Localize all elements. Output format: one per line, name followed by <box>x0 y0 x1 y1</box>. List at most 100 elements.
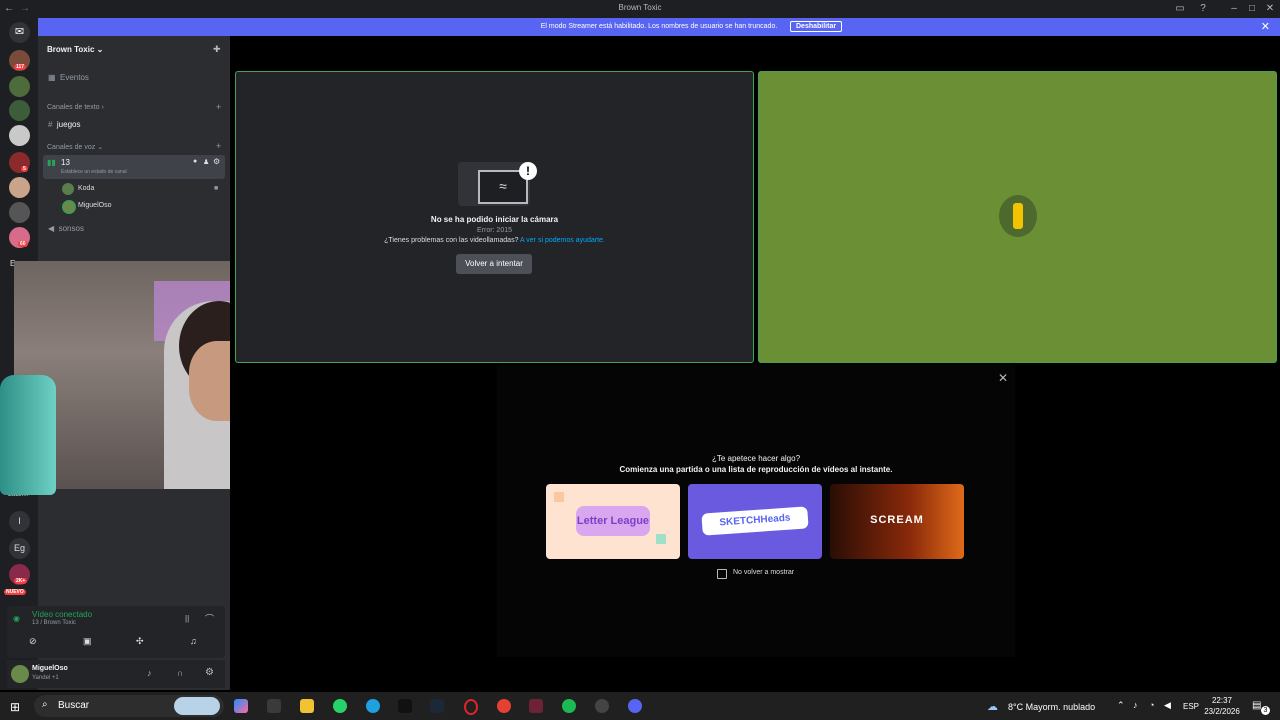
dont-show-checkbox[interactable] <box>717 569 727 579</box>
file-explorer-icon[interactable] <box>300 699 314 713</box>
tiktok-icon[interactable] <box>398 699 412 713</box>
game-card-scream[interactable]: SCREAM <box>830 484 964 559</box>
chat-icon[interactable]: ● <box>193 158 197 165</box>
camera-off-icon[interactable]: ⊘ <box>29 636 37 647</box>
close-icon[interactable]: ✕ <box>998 371 1008 385</box>
new-badge: NUEVO <box>4 589 26 595</box>
avatar[interactable] <box>11 665 29 683</box>
obs-icon[interactable] <box>595 699 609 713</box>
game-title: Letter League <box>576 506 650 536</box>
opera-icon[interactable] <box>464 699 478 715</box>
whatsapp-icon[interactable] <box>333 699 347 713</box>
soundboard-icon[interactable]: ♫ <box>190 636 197 646</box>
invite-icon[interactable]: ♟ <box>203 158 209 166</box>
chevron-down-icon: ⌄ <box>96 45 104 54</box>
weather-text[interactable]: 8°C Mayorm. nublado <box>1008 702 1095 712</box>
chrome-icon[interactable] <box>497 699 511 713</box>
app-icon[interactable] <box>529 699 543 713</box>
user-name: MiguelOso <box>32 665 68 672</box>
channel-juegos[interactable]: # juegos <box>48 120 80 129</box>
settings-gear-icon[interactable]: ⚙ <box>205 667 214 678</box>
game-card-sketchheads[interactable]: SKETCHHeads <box>688 484 822 559</box>
discord-taskbar-icon[interactable] <box>628 699 642 713</box>
maximize-icon[interactable]: □ <box>1244 2 1260 16</box>
disable-streamer-button[interactable]: Deshabilitar <box>790 21 843 32</box>
screen-share-icon[interactable]: ▣ <box>83 636 92 647</box>
calendar-icon: ▦ <box>48 73 56 82</box>
gear-icon[interactable]: ⚙ <box>213 157 220 166</box>
activity-subtitle: Comienza una partida o una lista de repr… <box>619 465 893 474</box>
network-icon[interactable]: ◔ <box>1149 700 1154 710</box>
voice-sub[interactable]: 13 / Brown Toxic <box>32 620 76 626</box>
close-icon[interactable]: ✕ <box>1261 20 1270 33</box>
server-icon-7[interactable] <box>9 202 30 223</box>
dont-show-label[interactable]: No volver a mostrar <box>733 569 794 576</box>
voice-channels-category[interactable]: Canales de voz ⌄ <box>47 143 103 151</box>
clock-date[interactable]: 23/2/2026 <box>1203 707 1241 716</box>
server-name[interactable]: Brown Toxic ⌄ <box>47 45 103 54</box>
help-icon[interactable]: ? <box>1195 2 1211 16</box>
noise-suppression-icon[interactable]: || <box>185 614 189 623</box>
game-title: SCREAM <box>870 514 924 526</box>
retry-button[interactable]: Volver a intentar <box>456 254 532 274</box>
taskbar-search[interactable]: ⌕ Buscar <box>34 695 224 717</box>
add-voice-channel-icon[interactable]: + <box>216 141 221 151</box>
member-koda[interactable]: Koda <box>78 185 94 192</box>
search-placeholder: Buscar <box>58 700 90 711</box>
channel-status[interactable]: Establece un estado de canal <box>61 169 127 175</box>
add-channel-icon[interactable]: + <box>216 102 221 112</box>
game-title: SKETCHHeads <box>701 506 809 536</box>
voice-channel-sonsos[interactable]: ◀ sonsos <box>48 224 84 233</box>
discord-home-icon[interactable]: ✉ <box>9 22 30 43</box>
clock-time[interactable]: 22:37 <box>1205 696 1239 705</box>
invite-people-icon[interactable]: ✚ <box>213 44 221 55</box>
store-icon[interactable] <box>267 699 281 713</box>
mention-badge: 5 <box>21 166 28 172</box>
copilot-icon[interactable] <box>234 699 248 713</box>
help-link[interactable]: A ver si podemos ayudarte. <box>520 237 605 244</box>
voice-channel-name: 13 <box>61 158 70 167</box>
steam-icon[interactable] <box>430 699 444 713</box>
error-code: Error: 2015 <box>476 227 513 234</box>
disconnect-icon[interactable]: ⌒ <box>205 612 214 625</box>
mic-tray-icon[interactable]: ♪ <box>1133 700 1138 710</box>
start-icon[interactable]: ⊞ <box>10 700 20 714</box>
warning-icon: ! <box>519 162 537 180</box>
headphones-icon[interactable]: ∩ <box>177 668 183 678</box>
volume-icon[interactable]: ◀ <box>1164 700 1171 711</box>
language-indicator[interactable]: ESP <box>1183 702 1199 711</box>
hash-icon: # <box>48 120 53 129</box>
mention-badge: 60 <box>18 241 28 247</box>
mention-badge: 117 <box>14 64 27 70</box>
chevron-up-icon[interactable]: ⌃ <box>1117 700 1125 711</box>
video-tile-self[interactable]: ≈ ! No se ha podido iniciar la cámara Er… <box>235 71 754 363</box>
server-icon-I[interactable]: I <box>9 511 30 532</box>
spotify-icon[interactable] <box>562 699 576 713</box>
user-panel: MiguelOso Yandel +1 ♪ ∩ ⚙ <box>7 660 225 688</box>
events-item[interactable]: ▦ Eventos <box>48 73 89 82</box>
text-channels-category[interactable]: Canales de texto › <box>47 104 104 111</box>
video-tile-stream[interactable] <box>758 71 1277 363</box>
minimize-icon[interactable]: – <box>1226 2 1242 16</box>
bottle-overlay <box>0 375 56 495</box>
server-icon-6[interactable] <box>9 177 30 198</box>
game-card-letter-league[interactable]: Letter League <box>546 484 680 559</box>
activities-icon[interactable]: ✣ <box>136 636 144 647</box>
weather-icon: ☁ <box>987 701 998 713</box>
inbox-icon[interactable]: ▭ <box>1172 2 1188 16</box>
voice-channel-13[interactable]: ▮▮ 13 Establece un estado de canal ● ♟ ⚙ <box>43 155 225 179</box>
voice-status[interactable]: Vídeo conectado <box>32 610 92 619</box>
avatar <box>62 183 74 195</box>
voice-connection-panel: ◉ Vídeo conectado 13 / Brown Toxic || ⌒ … <box>7 606 225 658</box>
server-icon-Eg[interactable]: Eg <box>9 538 30 559</box>
streamer-mode-banner: El modo Streamer está habilitado. Los no… <box>38 18 1280 36</box>
edge-icon[interactable] <box>366 699 380 713</box>
server-icon-3[interactable] <box>9 100 30 121</box>
activity-title: ¿Te apetece hacer algo? <box>711 454 801 463</box>
microphone-icon[interactable]: ♪ <box>147 668 152 678</box>
member-miguel[interactable]: MiguelOso <box>78 202 111 209</box>
window-title: Brown Toxic <box>618 3 662 12</box>
close-window-icon[interactable]: ✕ <box>1262 2 1278 16</box>
server-icon-4[interactable] <box>9 125 30 146</box>
server-icon-2[interactable] <box>9 76 30 97</box>
